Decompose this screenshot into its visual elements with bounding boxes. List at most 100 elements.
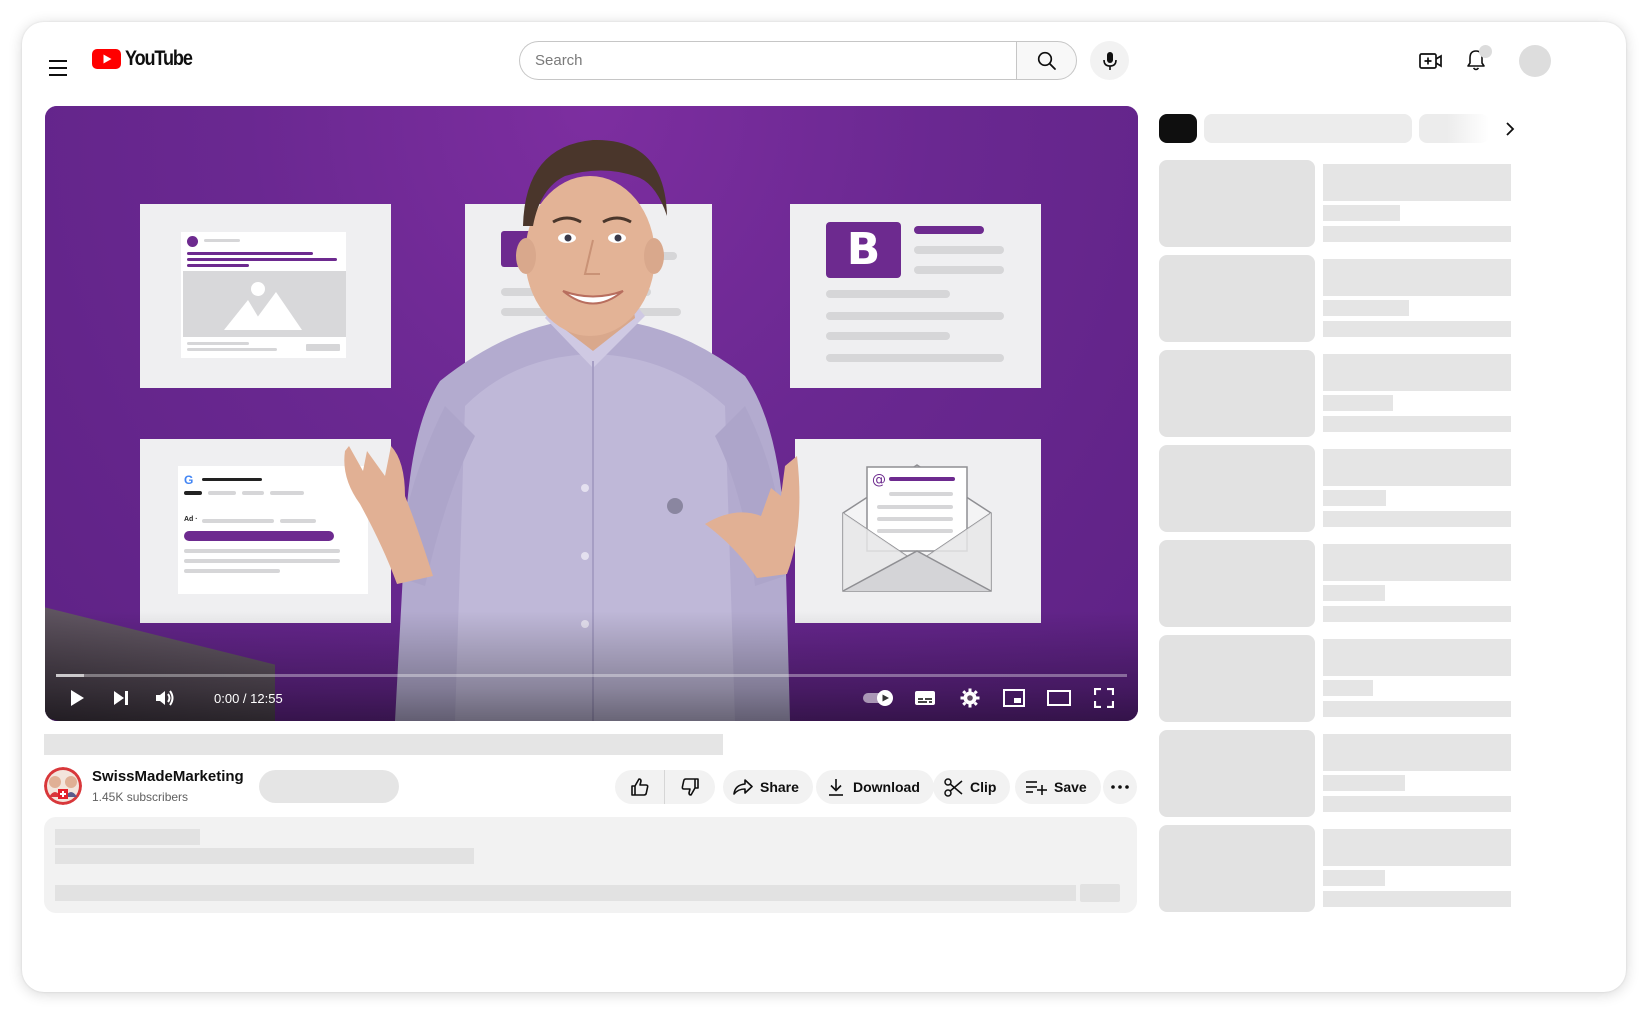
- share-button[interactable]: Share: [723, 770, 813, 804]
- volume-button[interactable]: [151, 684, 179, 712]
- related-thumbnail: [1159, 350, 1315, 437]
- related-channel-placeholder: [1323, 585, 1385, 601]
- clip-icon: [944, 777, 963, 797]
- related-video-item[interactable]: [1159, 160, 1511, 247]
- related-channel-placeholder: [1323, 775, 1405, 791]
- clip-label: Clip: [970, 779, 997, 795]
- youtube-play-logo-icon: [92, 49, 121, 69]
- search-input[interactable]: [519, 41, 1016, 80]
- play-icon: [71, 690, 84, 706]
- related-title-placeholder: [1323, 544, 1511, 581]
- related-video-item[interactable]: [1159, 350, 1511, 437]
- like-icon: [630, 778, 648, 796]
- time-display: 0:00 / 12:55: [214, 691, 283, 706]
- subscriber-count: 1.45K subscribers: [92, 790, 189, 804]
- description-line: [55, 848, 474, 864]
- progress-bar[interactable]: [56, 674, 1127, 677]
- related-video-item[interactable]: [1159, 445, 1511, 532]
- subtitles-button[interactable]: [911, 684, 939, 712]
- download-button[interactable]: Download: [816, 770, 934, 804]
- notification-badge: [1479, 45, 1492, 58]
- channel-avatar[interactable]: [44, 767, 82, 805]
- menu-icon-line: [49, 67, 67, 69]
- share-icon: [733, 778, 753, 796]
- related-thumbnail: [1159, 635, 1315, 722]
- related-thumbnail: [1159, 730, 1315, 817]
- dislike-button[interactable]: [665, 770, 715, 804]
- next-icon: [114, 691, 128, 705]
- description-line: [55, 885, 1076, 901]
- related-video-item[interactable]: [1159, 825, 1511, 912]
- channel-name[interactable]: SwissMadeMarketing: [92, 768, 244, 785]
- related-video-item[interactable]: [1159, 255, 1511, 342]
- related-video-item[interactable]: [1159, 635, 1511, 722]
- video-title-placeholder: [44, 734, 723, 755]
- related-title-placeholder: [1323, 639, 1511, 676]
- related-channel-placeholder: [1323, 395, 1393, 411]
- related-channel-placeholder: [1323, 205, 1400, 221]
- related-channel-placeholder: [1323, 870, 1385, 886]
- autoplay-toggle[interactable]: [863, 690, 895, 706]
- create-button[interactable]: [1417, 47, 1445, 75]
- description-box[interactable]: [44, 817, 1137, 913]
- autoplay-icon: [863, 690, 893, 706]
- description-line: [55, 829, 200, 845]
- description-more-placeholder: [1080, 884, 1120, 902]
- chip-all[interactable]: [1159, 114, 1197, 143]
- related-channel-placeholder: [1323, 490, 1386, 506]
- related-meta-placeholder: [1323, 416, 1511, 432]
- related-thumbnail: [1159, 825, 1315, 912]
- related-thumbnail: [1159, 445, 1315, 532]
- chip-placeholder[interactable]: [1419, 114, 1489, 143]
- related-video-item[interactable]: [1159, 730, 1511, 817]
- miniplayer-icon: [1003, 689, 1025, 707]
- chevron-right-icon: [1506, 122, 1515, 136]
- related-meta-placeholder: [1323, 701, 1511, 717]
- chips-next-button[interactable]: [1497, 116, 1523, 142]
- miniplayer-button[interactable]: [1000, 684, 1028, 712]
- related-title-placeholder: [1323, 259, 1511, 296]
- download-label: Download: [853, 779, 920, 795]
- related-meta-placeholder: [1323, 511, 1511, 527]
- search-button[interactable]: [1016, 41, 1077, 80]
- logo-text: YouTube: [125, 47, 193, 70]
- related-meta-placeholder: [1323, 321, 1511, 337]
- like-button[interactable]: [615, 770, 665, 804]
- related-title-placeholder: [1323, 354, 1511, 391]
- related-title-placeholder: [1323, 449, 1511, 486]
- theater-icon: [1047, 690, 1071, 706]
- next-button[interactable]: [107, 684, 135, 712]
- chip-placeholder[interactable]: [1204, 114, 1412, 143]
- related-meta-placeholder: [1323, 606, 1511, 622]
- play-button[interactable]: [63, 684, 91, 712]
- clip-button[interactable]: Clip: [933, 770, 1011, 804]
- search-icon: [1037, 51, 1056, 70]
- related-thumbnail: [1159, 540, 1315, 627]
- video-player[interactable]: B G Ad · @ 0:00 / 12:55: [45, 106, 1138, 721]
- volume-icon: [156, 690, 174, 706]
- related-channel-placeholder: [1323, 300, 1409, 316]
- related-thumbnail: [1159, 160, 1315, 247]
- more-actions-button[interactable]: [1103, 770, 1137, 804]
- related-channel-placeholder: [1323, 680, 1373, 696]
- related-video-item[interactable]: [1159, 540, 1511, 627]
- channel-avatar-image: [44, 767, 82, 805]
- share-label: Share: [760, 779, 799, 795]
- theater-mode-button[interactable]: [1045, 684, 1073, 712]
- related-title-placeholder: [1323, 829, 1511, 866]
- progress-buffered: [56, 674, 84, 677]
- menu-button[interactable]: [46, 55, 72, 81]
- subscribe-button-placeholder[interactable]: [259, 770, 399, 803]
- subtitles-icon: [915, 691, 935, 705]
- settings-button[interactable]: [956, 684, 984, 712]
- related-title-placeholder: [1323, 734, 1511, 771]
- account-avatar[interactable]: [1519, 45, 1551, 77]
- voice-search-button[interactable]: [1090, 41, 1129, 80]
- related-meta-placeholder: [1323, 891, 1511, 907]
- fullscreen-button[interactable]: [1090, 684, 1118, 712]
- more-icon: [1111, 785, 1129, 789]
- save-button[interactable]: Save: [1015, 770, 1101, 804]
- related-meta-placeholder: [1323, 226, 1511, 242]
- youtube-logo[interactable]: YouTube: [92, 47, 203, 70]
- settings-icon: [960, 688, 980, 708]
